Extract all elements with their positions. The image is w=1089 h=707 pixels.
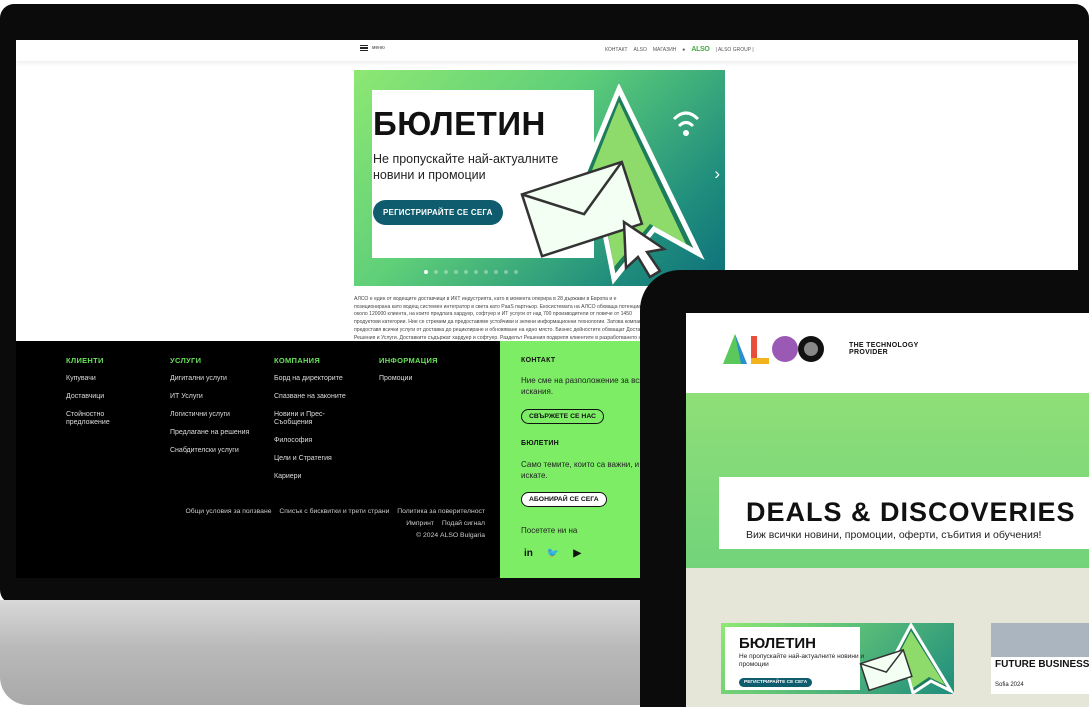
footer-link[interactable]: Борд на директорите [274, 375, 374, 383]
legal-link[interactable]: Списък с бисквитки и трети страни [279, 508, 389, 515]
legal-link[interactable]: Импринт [406, 520, 434, 527]
monitor-stand [0, 600, 700, 705]
footer-link[interactable]: Купувачи [66, 375, 156, 383]
menu-button[interactable]: меню [360, 45, 385, 51]
footer-link[interactable]: Спазване на законите [274, 393, 374, 401]
tablet-logo[interactable]: THE TECHNOLOGY PROVIDER [721, 332, 929, 366]
banner-title: DEALS & DISCOVERIES [746, 497, 1076, 527]
youtube-icon[interactable]: ▶ [573, 548, 581, 559]
banner-subtitle: Виж всички новини, промоции, оферти, съб… [746, 529, 1042, 541]
card-title: БЮЛЕТИН [739, 635, 816, 652]
slider-dot[interactable] [464, 270, 468, 274]
card-subtitle: Не пропускайте най-актуалните новини и п… [739, 653, 865, 668]
contact-heading: КОНТАКТ [521, 357, 556, 364]
site-footer: КЛИЕНТИ Купувачи Доставчици Стойностно п… [16, 341, 500, 578]
user-icon[interactable]: ● [682, 47, 685, 53]
footer-link[interactable]: Снабдителски услуги [170, 447, 270, 455]
chevron-right-icon[interactable]: › [714, 164, 720, 184]
footer-heading: КЛИЕНТИ [66, 356, 104, 365]
footer-link[interactable]: Кариери [274, 473, 374, 481]
menu-label: меню [372, 45, 385, 51]
slider-dots[interactable] [424, 270, 518, 274]
footer-link[interactable]: Новини и Прес-Съобщения [274, 411, 344, 427]
legal-link[interactable]: Политика за поверителност [397, 508, 485, 515]
newsletter-card[interactable]: БЮЛЕТИН Не пропускайте най-актуалните но… [721, 623, 954, 694]
nav-link-contact[interactable]: КОНТАКТ [605, 47, 628, 53]
footer-column-services: УСЛУГИ Дигитални услуги ИТ Услуги Логист… [170, 356, 270, 465]
subscribe-button[interactable]: АБОНИРАЙ СЕ СЕГА [521, 492, 607, 507]
footer-link[interactable]: Предлагане на решения [170, 429, 270, 437]
also-logo-icon [723, 334, 824, 364]
footer-link[interactable]: Стойностно предложение [66, 411, 136, 427]
deals-banner[interactable] [686, 393, 1089, 568]
footer-column-clients: КЛИЕНТИ Купувачи Доставчици Стойностно п… [66, 356, 156, 437]
legal-links: Общи условия за ползване Списък с бискви… [80, 506, 485, 542]
social-links: in 🐦 ▶ [524, 548, 581, 559]
footer-heading: УСЛУГИ [170, 356, 202, 365]
top-links: КОНТАКТ ALSO МАГАЗИН ● ALSO | ALSO GROUP… [605, 46, 754, 53]
footer-link[interactable]: Промоции [379, 375, 479, 383]
contact-panel: КОНТАКТ Ние сме на разположение за всяка… [500, 341, 704, 578]
slide-title: БЮЛЕТИН [373, 105, 546, 142]
legal-link[interactable]: Общи условия за ползване [185, 508, 271, 515]
twitter-icon[interactable]: 🐦 [547, 548, 559, 559]
footer-column-information: ИНФОРМАЦИЯ Промоции [379, 356, 479, 393]
contact-us-button[interactable]: СВЪРЖЕТЕ СЕ НАС [521, 409, 604, 424]
nav-link-also[interactable]: ALSO [634, 47, 647, 53]
slider-dot[interactable] [514, 270, 518, 274]
card-register-button[interactable]: РЕГИСТРИРАЙТЕ СЕ СЕГА [739, 678, 813, 687]
slider-dot[interactable] [454, 270, 458, 274]
about-paragraph: АЛСО е един от водещите доставчици в ИКТ… [354, 296, 654, 341]
slide-subtitle: Не пропускайте най-актуалните новини и п… [373, 152, 559, 182]
slider-dot[interactable] [434, 270, 438, 274]
footer-column-company: КОМПАНИЯ Борд на директорите Спазване на… [274, 356, 374, 491]
footer-link[interactable]: Доставчици [66, 393, 156, 401]
slider-dot[interactable] [504, 270, 508, 274]
footer-heading: КОМПАНИЯ [274, 356, 321, 365]
future-business-card[interactable]: FUTURE BUSINESS Sofia 2024 [991, 623, 1089, 694]
slider-dot[interactable] [484, 270, 488, 274]
footer-link[interactable]: Дигитални услуги [170, 375, 270, 383]
event-title: FUTURE BUSINESS [995, 659, 1089, 670]
footer-link[interactable]: Философия [274, 437, 374, 445]
footer-link[interactable]: Логистични услуги [170, 411, 270, 419]
footer-heading: ИНФОРМАЦИЯ [379, 356, 438, 365]
slider-dot[interactable] [424, 270, 428, 274]
slider-dot[interactable] [474, 270, 478, 274]
event-subtitle: Sofia 2024 [995, 682, 1024, 688]
tagline: THE TECHNOLOGY PROVIDER [849, 342, 919, 356]
legal-link[interactable]: Подай сигнал [442, 520, 485, 527]
footer-link[interactable]: Цели и Стратегия [274, 455, 374, 463]
nav-link-shop[interactable]: МАГАЗИН [653, 47, 676, 53]
slider-dot[interactable] [494, 270, 498, 274]
top-navigation: меню КОНТАКТ ALSO МАГАЗИН ● ALSO | ALSO … [16, 40, 1078, 61]
brand-logo[interactable]: ALSO [691, 46, 710, 53]
hamburger-icon [360, 45, 368, 51]
marketing-mockup: меню КОНТАКТ ALSO МАГАЗИН ● ALSO | ALSO … [0, 0, 1089, 707]
newsletter-heading: БЮЛЕТИН [521, 440, 560, 447]
group-label[interactable]: | ALSO GROUP | [716, 47, 754, 53]
register-button[interactable]: РЕГИСТРИРАЙТЕ СЕ СЕГА [373, 200, 503, 225]
newsletter-slider[interactable]: БЮЛЕТИН Не пропускайте най-актуалните но… [354, 70, 725, 286]
copyright: © 2024 ALSO Bulgaria [416, 532, 485, 539]
slider-dot[interactable] [444, 270, 448, 274]
tablet-screen: THE TECHNOLOGY PROVIDER DEALS & DISCOVER… [686, 313, 1089, 707]
footer-link[interactable]: ИТ Услуги [170, 393, 270, 401]
linkedin-icon[interactable]: in [524, 548, 533, 559]
